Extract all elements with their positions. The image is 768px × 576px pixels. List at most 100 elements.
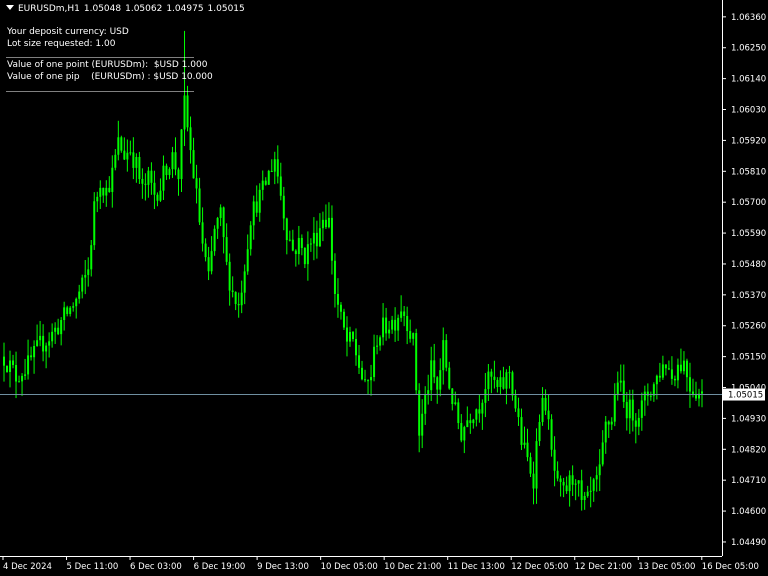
candle-body: [342, 311, 345, 328]
candle-body: [427, 390, 430, 395]
candle-body: [568, 475, 571, 492]
candle-body: [406, 316, 409, 332]
candle-body: [487, 371, 490, 390]
info-panel: Your deposit currency: USD Lot size requ…: [7, 27, 213, 83]
candle-body: [303, 247, 306, 265]
candle-body: [610, 421, 613, 425]
candle-body: [382, 317, 385, 338]
candle-body: [228, 261, 231, 291]
dropdown-arrow-icon[interactable]: [6, 5, 14, 10]
candle-body: [355, 339, 358, 356]
candle-body: [562, 481, 565, 486]
candle-body: [484, 389, 487, 403]
candle-body: [207, 257, 210, 272]
candle-body: [162, 165, 165, 191]
candle-body: [21, 375, 24, 382]
candle-body: [270, 170, 273, 172]
candle-body: [586, 491, 589, 496]
candle-body: [460, 423, 463, 441]
x-tick-label: 10 Dec 05:00: [321, 562, 378, 572]
lot-size-text: Lot size requested: 1.00: [7, 38, 116, 49]
candle-body: [430, 360, 433, 391]
candle-body: [171, 152, 174, 170]
candle-body: [616, 382, 619, 395]
y-tick-label: 1.05810: [731, 167, 766, 177]
candle-body: [490, 371, 493, 377]
candle-body: [604, 421, 607, 443]
candle-body: [625, 401, 628, 419]
candle-body: [27, 355, 30, 375]
candle-body: [541, 397, 544, 423]
candle-body: [439, 370, 442, 390]
candle-body: [577, 480, 580, 484]
candle-body: [186, 95, 189, 128]
candle-body: [667, 368, 670, 370]
chart-background: [0, 0, 768, 576]
candle-body: [592, 479, 595, 491]
candle-body: [448, 367, 451, 389]
candle-body: [240, 292, 243, 306]
candle-body: [373, 346, 376, 378]
y-tick-label: 1.04710: [731, 476, 766, 486]
candle-body: [508, 372, 511, 374]
current-price-label: 1.05015: [728, 391, 763, 401]
candle-body: [637, 417, 640, 427]
candle-body: [388, 329, 391, 334]
candle-body: [358, 355, 361, 368]
candle-body: [159, 190, 162, 201]
candle-body: [102, 187, 105, 196]
candle-body: [457, 402, 460, 424]
price-chart[interactable]: 1.06360 1.06250 1.06140 1.06030 1.05920 1.058…: [0, 0, 768, 576]
candle-body: [499, 377, 502, 387]
candle-body: [367, 380, 370, 382]
candle-body: [418, 390, 421, 436]
candle-body: [177, 169, 180, 180]
candle-body: [249, 225, 252, 250]
candle-body: [264, 180, 267, 185]
candle-body: [114, 154, 117, 168]
candle-body: [99, 187, 102, 197]
candle-body: [144, 183, 147, 185]
candle-body: [421, 413, 424, 436]
candle-body: [646, 391, 649, 396]
candle-body: [174, 152, 177, 170]
y-tick-label: 1.04490: [731, 538, 766, 548]
candle-body: [400, 311, 403, 318]
candle-body: [75, 298, 78, 307]
candle-body: [433, 360, 436, 378]
candle-body: [370, 377, 373, 381]
candle-body: [291, 239, 294, 251]
candle-body: [385, 317, 388, 334]
candle-body: [150, 170, 153, 183]
chart-canvas[interactable]: 1.06360 1.06250 1.06140 1.06030 1.05920 1.058…: [0, 0, 768, 576]
candle-body: [246, 249, 249, 272]
candle-body: [330, 217, 333, 261]
candle-body: [129, 152, 132, 154]
candle-body: [670, 369, 673, 379]
candle-body: [547, 410, 550, 420]
candle-body: [526, 442, 529, 458]
candle-body: [213, 228, 216, 252]
candle-body: [3, 356, 5, 366]
chart-header: EURUSDm,H1 1.05048 1.05062 1.04975 1.05015: [6, 4, 249, 14]
candle-body: [15, 364, 18, 382]
candle-body: [463, 427, 466, 441]
candle-body: [391, 319, 394, 330]
symbol-label[interactable]: EURUSDm,H1: [18, 4, 80, 14]
candle-body: [126, 152, 129, 160]
candle-body: [276, 159, 279, 177]
candle-body: [111, 167, 114, 192]
candle-body: [688, 377, 691, 392]
candle-body: [493, 376, 496, 380]
candle-body: [550, 419, 553, 450]
candle-body: [652, 384, 655, 396]
candle-body: [141, 179, 144, 184]
x-tick-label: 4 Dec 2024: [3, 562, 52, 572]
candle-body: [297, 237, 300, 255]
candle-body: [682, 360, 685, 372]
candle-body: [219, 207, 222, 218]
candle-body: [514, 395, 517, 409]
candle-body: [123, 150, 126, 160]
candle-body: [379, 337, 382, 346]
candle-body: [598, 464, 601, 476]
